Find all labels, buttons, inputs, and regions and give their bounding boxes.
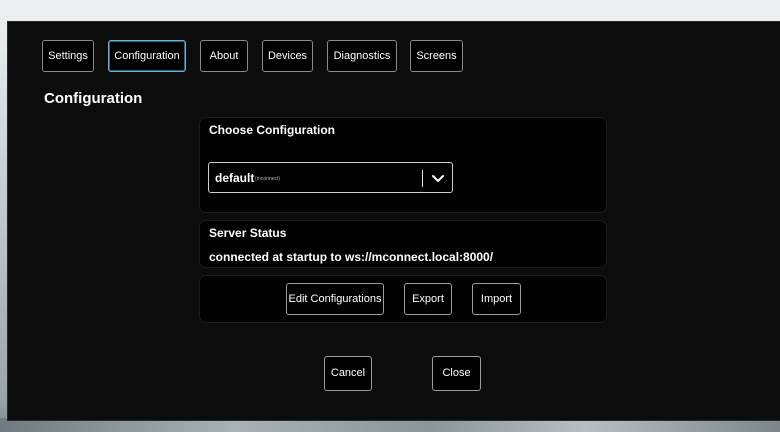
- configuration-actions-panel: Edit Configurations Export Import: [200, 276, 606, 322]
- close-button[interactable]: Close: [432, 356, 481, 391]
- configuration-select[interactable]: default (mconnect): [208, 162, 453, 193]
- export-button[interactable]: Export: [404, 283, 452, 315]
- chevron-down-icon[interactable]: [430, 169, 446, 187]
- tab-configuration[interactable]: Configuration: [108, 40, 186, 72]
- configuration-select-subtext: (mconnect): [255, 176, 281, 182]
- configuration-select-value: default: [215, 171, 255, 185]
- server-status-panel: Server Status connected at startup to ws…: [200, 221, 606, 267]
- server-status-text: connected at startup to ws://mconnect.lo…: [209, 250, 494, 264]
- tab-diagnostics[interactable]: Diagnostics: [327, 40, 397, 72]
- choose-configuration-panel: Choose Configuration default (mconnect): [200, 118, 606, 212]
- page-title: Configuration: [44, 90, 143, 107]
- tab-screens[interactable]: Screens: [410, 40, 463, 72]
- cancel-button[interactable]: Cancel: [324, 356, 372, 391]
- edit-configurations-button[interactable]: Edit Configurations: [286, 283, 384, 315]
- import-button[interactable]: Import: [472, 283, 521, 315]
- tab-settings[interactable]: Settings: [42, 40, 94, 72]
- choose-configuration-label: Choose Configuration: [209, 123, 335, 137]
- server-status-label: Server Status: [209, 226, 287, 240]
- tab-about[interactable]: About: [200, 40, 248, 72]
- backdrop-image-strip: [0, 418, 780, 432]
- tab-devices[interactable]: Devices: [262, 40, 313, 72]
- configuration-dialog: Settings Configuration About Devices Dia…: [8, 22, 780, 420]
- select-separator: [422, 170, 423, 187]
